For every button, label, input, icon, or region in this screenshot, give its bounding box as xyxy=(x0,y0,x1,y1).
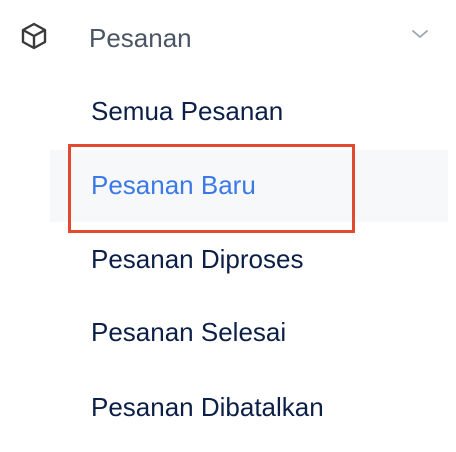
menu-item-label: Pesanan Dibatalkan xyxy=(91,392,324,422)
highlight-annotation-box xyxy=(68,144,355,233)
cube-icon xyxy=(21,22,47,50)
menu-item-label: Pesanan Selesai xyxy=(91,317,287,347)
menu-item-pesanan-selesai[interactable]: Pesanan Selesai xyxy=(0,296,456,368)
menu-item-pesanan-diproses[interactable]: Pesanan Diproses xyxy=(0,224,456,296)
menu-item-label: Semua Pesanan xyxy=(91,96,284,126)
menu-item-label: Pesanan Diproses xyxy=(91,244,304,274)
sidebar-menu-pesanan: Pesanan Semua Pesanan Pesanan Baru Pesan… xyxy=(0,0,456,452)
menu-item-semua-pesanan[interactable]: Semua Pesanan xyxy=(0,76,456,148)
menu-group-header-pesanan[interactable]: Pesanan xyxy=(0,0,456,76)
chevron-down-icon[interactable] xyxy=(409,25,431,43)
menu-group-label: Pesanan xyxy=(89,23,192,53)
menu-item-pesanan-dibatalkan[interactable]: Pesanan Dibatalkan xyxy=(0,370,456,442)
